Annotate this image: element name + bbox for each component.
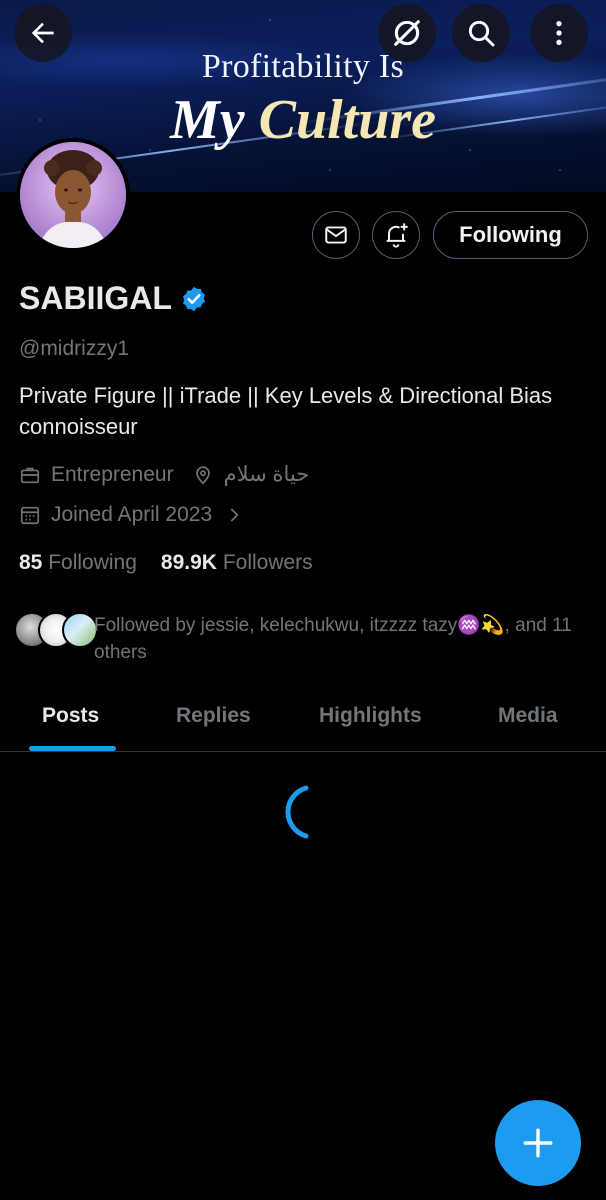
- loading-spinner: [268, 780, 332, 849]
- back-button[interactable]: [14, 4, 72, 62]
- search-icon: [468, 20, 495, 47]
- message-button[interactable]: [312, 211, 360, 259]
- display-name: SABIIGAL: [19, 280, 208, 317]
- following-stat[interactable]: 85 Following: [19, 551, 137, 575]
- followers-stat[interactable]: 89.9K Followers: [161, 551, 313, 575]
- plus-icon: [523, 1128, 553, 1158]
- profile-meta-row: Entrepreneur حياة سلام: [19, 462, 309, 487]
- search-button[interactable]: [452, 4, 510, 62]
- avatar-image: [20, 142, 126, 248]
- more-button[interactable]: [530, 4, 588, 62]
- followed-by-avatars[interactable]: [14, 612, 98, 648]
- notifications-button[interactable]: [372, 211, 420, 259]
- tab-replies[interactable]: Replies: [176, 704, 251, 728]
- handle: @midrizzy1: [19, 337, 129, 360]
- arrow-left-icon: [31, 22, 54, 44]
- profession: Entrepreneur: [51, 462, 174, 486]
- following-button[interactable]: Following: [433, 211, 588, 259]
- tab-posts[interactable]: Posts: [42, 704, 99, 728]
- joined-date: Joined April 2023: [51, 503, 213, 526]
- more-vertical-icon: [556, 21, 562, 45]
- tab-highlights[interactable]: Highlights: [319, 704, 422, 728]
- display-name-text: SABIIGAL: [19, 280, 172, 316]
- active-tab-indicator: [29, 746, 116, 751]
- chevron-right-icon: [226, 507, 242, 523]
- location-pin-icon: [192, 464, 214, 486]
- banner-text-line1: Profitability Is: [201, 48, 405, 85]
- location: حياة سلام: [223, 463, 310, 486]
- bio: Private Figure || iTrade || Key Levels &…: [19, 383, 553, 439]
- followed-by-text[interactable]: Followed by jessie, kelechukwu, itzzzz t…: [94, 612, 594, 666]
- slashed-circle-icon: [394, 20, 420, 46]
- envelope-icon: [325, 226, 347, 244]
- bell-plus-icon: [386, 223, 408, 248]
- profile-tabs: Posts Replies Highlights Media: [0, 690, 606, 752]
- follow-stats: 85 Following 89.9K Followers: [19, 551, 313, 575]
- joined-row[interactable]: Joined April 2023: [19, 503, 252, 527]
- tab-media[interactable]: Media: [498, 704, 558, 728]
- grok-button[interactable]: [378, 4, 436, 62]
- mini-avatar: [62, 612, 98, 648]
- avatar[interactable]: [16, 138, 130, 252]
- briefcase-icon: [19, 464, 41, 486]
- calendar-icon: [19, 504, 41, 526]
- verified-badge-icon[interactable]: [180, 285, 208, 313]
- compose-button[interactable]: [495, 1100, 581, 1186]
